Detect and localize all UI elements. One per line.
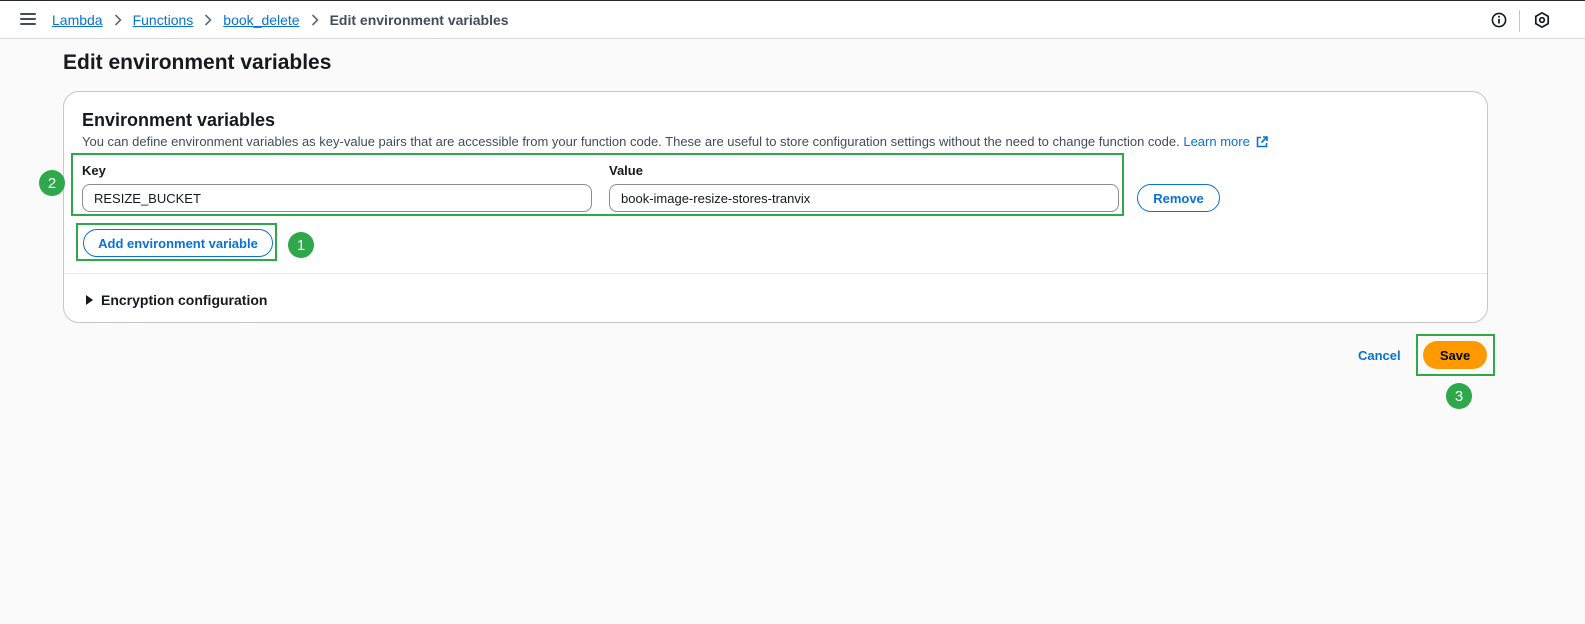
step-badge-2: 2 bbox=[39, 170, 65, 196]
cancel-button[interactable]: Cancel bbox=[1358, 348, 1401, 363]
breadcrumb-link-function[interactable]: book_delete bbox=[223, 12, 299, 28]
breadcrumb-link-functions[interactable]: Functions bbox=[133, 12, 194, 28]
panel-divider bbox=[64, 273, 1487, 274]
breadcrumb-link-lambda[interactable]: Lambda bbox=[52, 12, 103, 28]
panel-description: You can define environment variables as … bbox=[82, 134, 1269, 151]
breadcrumb: Lambda Functions book_delete Edit enviro… bbox=[52, 12, 509, 28]
remove-button[interactable]: Remove bbox=[1137, 184, 1220, 212]
breadcrumb-current: Edit environment variables bbox=[329, 12, 509, 28]
chevron-right-icon bbox=[204, 14, 212, 26]
encryption-configuration-label: Encryption configuration bbox=[101, 292, 268, 308]
learn-more-link[interactable]: Learn more bbox=[1183, 134, 1269, 151]
settings-icon[interactable] bbox=[1533, 11, 1551, 29]
step-badge-3: 3 bbox=[1446, 383, 1472, 409]
top-navigation-bar: Lambda Functions book_delete Edit enviro… bbox=[0, 0, 1585, 39]
step-badge-1: 1 bbox=[288, 232, 314, 258]
panel-title: Environment variables bbox=[82, 110, 276, 130]
caret-right-icon bbox=[86, 295, 93, 305]
description-text: You can define environment variables as … bbox=[82, 134, 1180, 149]
highlight-box-add bbox=[76, 223, 277, 261]
info-icon[interactable] bbox=[1491, 12, 1507, 28]
highlight-box-variables bbox=[71, 153, 1124, 216]
toolbar-divider bbox=[1519, 10, 1520, 32]
learn-more-label: Learn more bbox=[1183, 134, 1250, 149]
external-link-icon bbox=[1256, 136, 1269, 151]
encryption-configuration-expander[interactable]: Encryption configuration bbox=[86, 292, 267, 308]
chevron-right-icon bbox=[114, 14, 122, 26]
hamburger-menu-icon[interactable] bbox=[20, 13, 36, 27]
chevron-right-icon bbox=[311, 14, 319, 26]
highlight-box-save bbox=[1416, 334, 1495, 376]
page-title: Edit environment variables bbox=[63, 51, 332, 74]
